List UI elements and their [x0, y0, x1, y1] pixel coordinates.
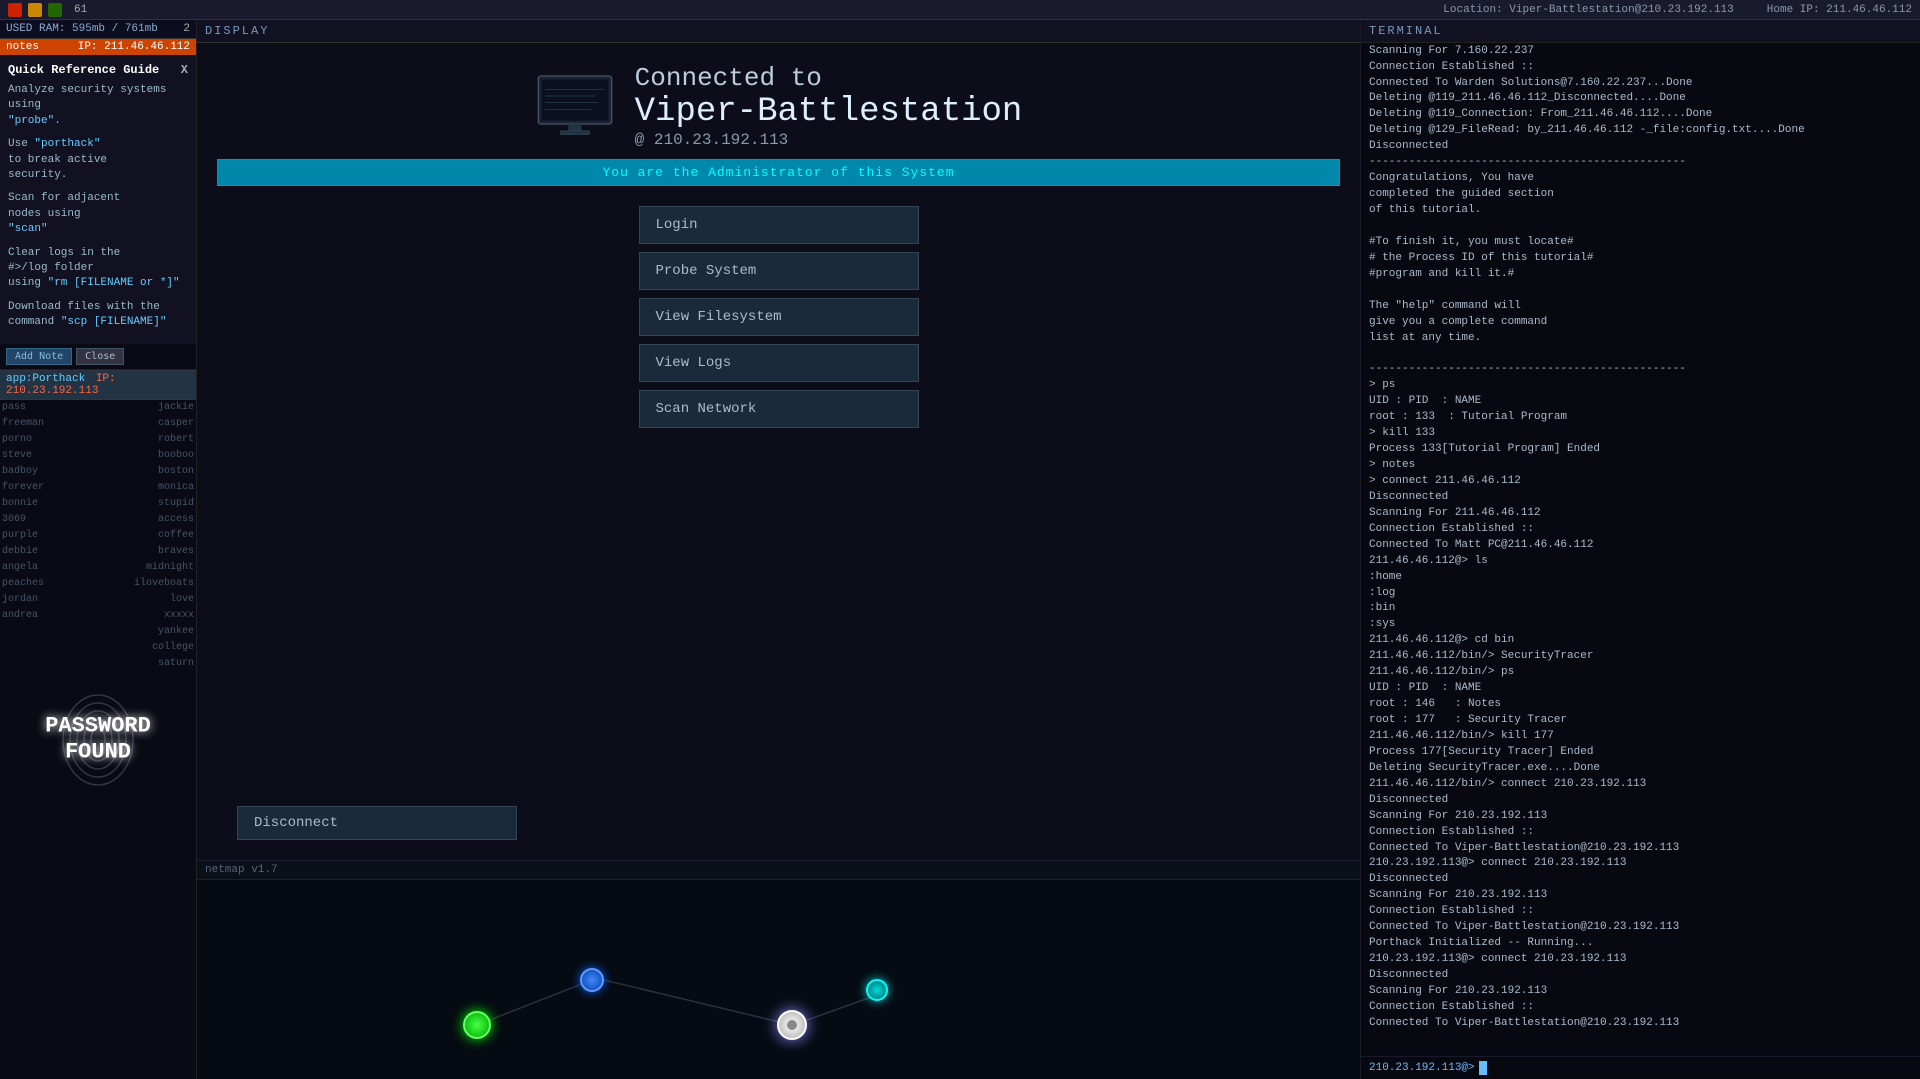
terminal-text: Note: the wildcard "*" indicates "All". …: [1369, 43, 1805, 1029]
location-text: Location: Viper-Battlestation@210.23.192…: [1443, 4, 1733, 16]
app-label: app:Porthack: [6, 373, 85, 385]
netmap: [197, 879, 1360, 1079]
ram-info: USED RAM: 595mb / 761mb: [6, 23, 158, 35]
scan-btn[interactable]: Scan Network: [639, 390, 919, 428]
monitor-icon: [535, 71, 615, 141]
close-window-btn[interactable]: [8, 3, 22, 17]
filesystem-btn[interactable]: View Filesystem: [639, 298, 919, 336]
netmap-node-white[interactable]: [777, 1010, 807, 1040]
connected-text: Connected to Viper-Battlestation @ 210.2…: [635, 63, 1023, 149]
qr-section-probe: Analyze security systems using"probe".: [8, 83, 188, 129]
app-bar: app:Porthack IP: 210.23.192.113: [0, 370, 196, 400]
probe-btn[interactable]: Probe System: [639, 252, 919, 290]
connected-to-label: Connected to: [635, 63, 1023, 93]
netmap-node-cyan[interactable]: [866, 979, 888, 1001]
note-actions: Add Note Close: [0, 344, 196, 370]
hostname-label: Viper-Battlestation: [635, 93, 1023, 131]
disconnect-btn[interactable]: Disconnect: [237, 806, 517, 840]
qr-section-scp: Download files with thecommand "scp [FIL…: [8, 300, 188, 331]
quick-reference-panel: Quick Reference Guide X Analyze security…: [0, 55, 196, 344]
admin-banner: You are the Administrator of this System: [217, 159, 1340, 186]
disconnect-area: Disconnect: [197, 796, 1360, 860]
window-controls[interactable]: 61: [8, 3, 87, 17]
ip-badge: IP: 211.46.46.112: [78, 41, 190, 53]
password-area: passfreemanpornostevebadboyforeverbonnie…: [0, 400, 196, 1079]
notes-label: notes: [6, 41, 39, 53]
terminal-prompt: 210.23.192.113@>: [1369, 1062, 1475, 1074]
close-note-btn[interactable]: Close: [76, 348, 124, 365]
qr-section-porthack: Use "porthack"to break activesecurity.: [8, 137, 188, 183]
qr-section-scan: Scan for adjacentnodes using"scan": [8, 191, 188, 237]
ram-count: 2: [183, 23, 190, 35]
quick-ref-close-btn[interactable]: X: [181, 61, 188, 79]
pw-col-left: passfreemanpornostevebadboyforeverbonnie…: [2, 400, 44, 624]
qr-section-logs: Clear logs in the#>/log folderusing "rm …: [8, 246, 188, 292]
location-info: Location: Viper-Battlestation@210.23.192…: [1443, 4, 1912, 16]
menu-buttons: Login Probe System View Filesystem View …: [639, 206, 919, 428]
logs-btn[interactable]: View Logs: [639, 344, 919, 382]
netmap-bar: netmap v1.7: [197, 860, 1360, 879]
terminal-panel: TERMINAL Note: the wildcard "*" indicate…: [1360, 20, 1920, 1079]
terminal-output: Note: the wildcard "*" indicates "All". …: [1361, 43, 1920, 1056]
maximize-window-btn[interactable]: [48, 3, 62, 17]
password-found-overlay: PASSWORD FOUND: [45, 713, 151, 766]
window-number: 61: [74, 4, 87, 16]
main-layout: USED RAM: 595mb / 761mb 2 notes IP: 211.…: [0, 20, 1920, 1079]
terminal-input-line[interactable]: 210.23.192.113@>: [1361, 1056, 1920, 1079]
minimize-window-btn[interactable]: [28, 3, 42, 17]
display-panel: DISPLAY Connected to: [197, 20, 1360, 1079]
title-bar: 61 Location: Viper-Battlestation@210.23.…: [0, 0, 1920, 20]
sidebar: USED RAM: 595mb / 761mb 2 notes IP: 211.…: [0, 20, 197, 1079]
connected-info: Connected to Viper-Battlestation @ 210.2…: [535, 63, 1023, 149]
sidebar-notes-bar[interactable]: notes IP: 211.46.46.112: [0, 39, 196, 55]
home-ip-text: Home IP: 211.46.46.112: [1767, 4, 1912, 16]
ip-label: @ 210.23.192.113: [635, 131, 1023, 149]
display-content: Connected to Viper-Battlestation @ 210.2…: [197, 43, 1360, 796]
login-btn[interactable]: Login: [639, 206, 919, 244]
terminal-header: TERMINAL: [1361, 20, 1920, 43]
pw-col-right: jackiecasperrobertbooboobostonmonicastup…: [134, 400, 194, 672]
netmap-lines: [197, 880, 1360, 1079]
sidebar-header: USED RAM: 595mb / 761mb 2: [0, 20, 196, 39]
netmap-node-blue[interactable]: [580, 968, 604, 992]
terminal-cursor: [1479, 1061, 1487, 1075]
password-found-text: PASSWORD FOUND: [45, 713, 151, 766]
display-header: DISPLAY: [197, 20, 1360, 43]
quick-ref-title: Quick Reference Guide X: [8, 61, 188, 79]
netmap-node-green[interactable]: [463, 1011, 491, 1039]
add-note-btn[interactable]: Add Note: [6, 348, 72, 365]
